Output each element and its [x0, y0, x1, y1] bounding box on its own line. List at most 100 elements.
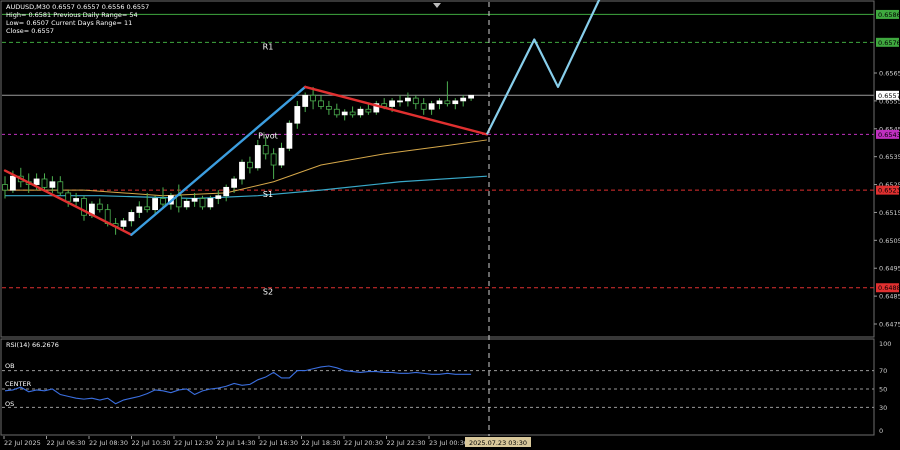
candle — [239, 159, 245, 185]
candle — [96, 198, 103, 213]
candle-body — [389, 100, 396, 107]
candle — [412, 95, 419, 110]
projection-path — [485, 0, 601, 135]
trading-chart[interactable]: R2 R1 Pivot S1 S2 AUDUSD,M30 0.6557 0.65… — [0, 0, 900, 450]
rsi-os-label: OS — [5, 400, 14, 408]
time-axis: 22 Jul 2025 22 Jul 06:30 22 Jul 08:30 22 Ju… — [3, 436, 468, 447]
time-tick-label: 22 Jul 10:30 — [132, 439, 171, 447]
price-axis: 0.65650.65550.65450.65350.65250.65150.65… — [874, 9, 900, 329]
candle-body — [136, 206, 143, 213]
time-tick-label: 23 Jul 00:30 — [429, 439, 468, 447]
zigzag-down-segment — [304, 85, 489, 136]
time-tick-label: 22 Jul 2025 — [4, 439, 41, 447]
candlesticks — [2, 81, 475, 235]
candle — [468, 94, 475, 101]
candle-body — [278, 147, 285, 166]
rsi-levels — [2, 370, 874, 408]
candle-body — [404, 97, 411, 102]
price-tick-label: 0.6475 — [879, 321, 900, 329]
candle — [452, 98, 459, 110]
candle — [262, 137, 269, 160]
candle-body — [9, 175, 16, 191]
candle — [373, 100, 380, 115]
candle — [246, 156, 253, 174]
candle-body — [302, 94, 309, 107]
candle — [286, 120, 293, 152]
candle — [460, 95, 467, 107]
candle-body — [460, 97, 467, 102]
s1-label: S1 — [263, 190, 273, 199]
candle — [357, 106, 364, 118]
rsi-tick-label: 30 — [879, 404, 887, 412]
candle-body — [452, 100, 459, 105]
candle-body — [41, 178, 48, 188]
candle — [81, 195, 87, 221]
candle — [41, 173, 48, 191]
candle-body — [57, 181, 64, 194]
rsi-axis: 100 70 50 30 0 — [879, 340, 891, 435]
candle — [302, 92, 309, 113]
time-tick-label: 22 Jul 18:30 — [302, 439, 341, 447]
time-tick-label: 22 Jul 22:30 — [387, 439, 426, 447]
candle-body — [207, 198, 214, 208]
candle — [365, 103, 372, 115]
candle — [444, 81, 451, 107]
r1-label: R1 — [263, 42, 274, 51]
rsi-tick-label: 0 — [879, 427, 883, 435]
candle-body — [254, 145, 261, 169]
time-marker-text: 2025.07.23 03:30 — [469, 439, 527, 447]
price-tick-label: 0.6495 — [879, 265, 900, 273]
price-tag-label: 0.6543 — [878, 131, 900, 139]
candle-body — [215, 195, 222, 199]
candle — [436, 98, 443, 110]
chart-shift-icon[interactable] — [433, 3, 441, 8]
candle-body — [152, 198, 159, 211]
candle-body — [191, 198, 198, 202]
candle — [318, 95, 324, 110]
time-tick-label: 22 Jul 12:30 — [174, 439, 213, 447]
candle-body — [183, 200, 190, 208]
candle-body — [270, 153, 277, 166]
candle-body — [231, 178, 238, 188]
time-tick-label: 22 Jul 06:30 — [47, 439, 86, 447]
candle — [349, 106, 356, 118]
time-tick-label: 22 Jul 08:30 — [89, 439, 128, 447]
candle-body — [468, 94, 475, 99]
s2-label: S2 — [263, 288, 273, 297]
rsi-polyline — [4, 365, 472, 405]
candle-body — [239, 161, 245, 180]
candle-body — [341, 111, 348, 116]
price-tick-label: 0.6535 — [879, 153, 900, 161]
ma-slow-line — [5, 175, 487, 200]
rsi-tick-label: 100 — [879, 340, 891, 348]
candle — [270, 148, 277, 179]
main-chart-frame — [0, 0, 875, 338]
price-tag-label: 0.6523 — [878, 187, 900, 195]
candle-body — [49, 181, 56, 188]
candle-body — [286, 122, 293, 149]
candle — [128, 209, 135, 227]
candle-body — [73, 198, 79, 202]
pivot-label: Pivot — [258, 131, 278, 140]
rsi-panel-frame — [0, 338, 875, 436]
price-tag-label: 0.6557 — [878, 92, 900, 100]
price-tick-label: 0.6515 — [879, 209, 900, 217]
candle — [325, 100, 332, 115]
candle-body — [160, 198, 166, 205]
candle-body — [65, 192, 72, 202]
candle-body — [412, 97, 419, 105]
candle-body — [262, 145, 269, 155]
candle-body — [33, 178, 40, 185]
candle-body — [420, 103, 427, 110]
candle — [175, 184, 182, 213]
candle-body — [96, 203, 103, 211]
candle — [254, 139, 261, 171]
candle-body — [310, 94, 317, 102]
candle-body — [333, 108, 340, 116]
candle-body — [444, 100, 451, 105]
info-line-2: Low= 0.6507 Current Days Range= 11 — [6, 19, 132, 27]
rsi-center-label: CENTER — [5, 380, 32, 388]
rsi-line — [4, 365, 472, 405]
rsi-tick-label: 50 — [879, 386, 887, 394]
candle-body — [357, 108, 364, 116]
